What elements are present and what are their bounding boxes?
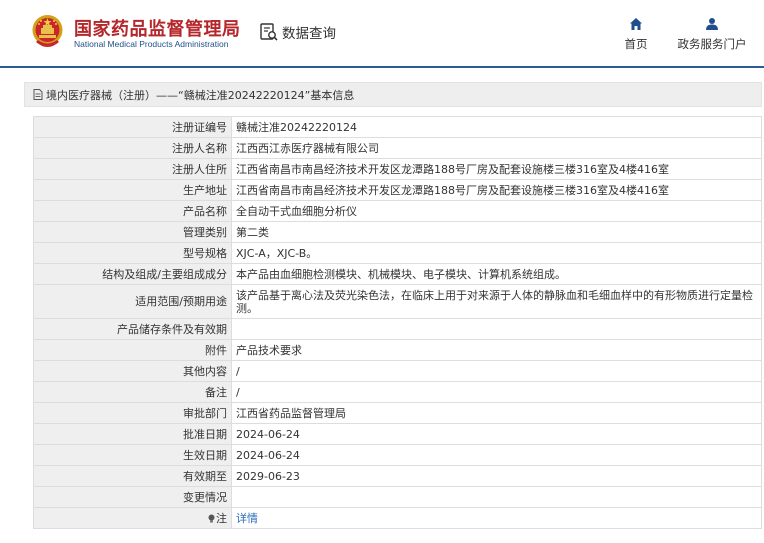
details-link[interactable]: 详情 — [236, 512, 258, 525]
field-label: 注册人住所 — [33, 158, 232, 180]
field-value: 本产品由血细胞检测模块、机械模块、电子模块、计算机系统组成。 — [231, 263, 762, 285]
field-label: 结构及组成/主要组成成分 — [33, 263, 232, 285]
table-row: 有效期至 2029-06-23 — [33, 465, 762, 487]
table-row: 注册证编号 赣械注准20242220124 — [33, 116, 762, 138]
data-query-link[interactable]: 数据查询 — [259, 21, 336, 43]
lightbulb-icon — [208, 514, 215, 522]
data-query-icon — [260, 23, 278, 41]
field-value: / — [231, 360, 762, 382]
field-label: 批准日期 — [33, 423, 232, 445]
field-label: 注册人名称 — [33, 137, 232, 159]
field-value: 产品技术要求 — [231, 339, 762, 361]
field-label: 产品储存条件及有效期 — [33, 318, 232, 340]
field-value: / — [231, 381, 762, 403]
field-value: 江西省南昌市南昌经济技术开发区龙潭路188号厂房及配套设施楼三楼316室及4楼4… — [231, 179, 762, 201]
field-value: 该产品基于离心法及荧光染色法，在临床上用于对来源于人体的静脉血和毛细血样中的有形… — [231, 284, 762, 319]
table-row: 注 详情 — [33, 507, 762, 529]
table-row: 适用范围/预期用途 该产品基于离心法及荧光染色法，在临床上用于对来源于人体的静脉血… — [33, 284, 762, 319]
table-row: 审批部门 江西省药品监督管理局 — [33, 402, 762, 424]
table-row: 管理类别 第二类 — [33, 221, 762, 243]
field-label: 变更情况 — [33, 486, 232, 508]
section-title: 境内医疗器械（注册）——“赣械注准20242220124”基本信息 — [46, 88, 355, 102]
field-label: 型号规格 — [33, 242, 232, 264]
field-value — [231, 318, 762, 340]
home-icon — [630, 18, 642, 30]
field-value: 赣械注准20242220124 — [231, 116, 762, 138]
field-value: 江西省药品监督管理局 — [231, 402, 762, 424]
table-row: 注册人住所 江西省南昌市南昌经济技术开发区龙潭路188号厂房及配套设施楼三楼316… — [33, 158, 762, 180]
field-label: 审批部门 — [33, 402, 232, 424]
data-query-label: 数据查询 — [282, 26, 336, 42]
user-icon — [706, 18, 718, 30]
field-label: 适用范围/预期用途 — [33, 284, 232, 319]
national-emblem-icon — [32, 15, 63, 47]
field-value: 2024-06-24 — [231, 423, 762, 445]
note-label-cell: 注 — [33, 507, 232, 529]
table-row: 变更情况 — [33, 486, 762, 508]
table-row: 其他内容 / — [33, 360, 762, 382]
table-row: 生效日期 2024-06-24 — [33, 444, 762, 466]
table-row: 生产地址 江西省南昌市南昌经济技术开发区龙潭路188号厂房及配套设施楼三楼316室… — [33, 179, 762, 201]
registration-info-table: 注册证编号 赣械注准20242220124 注册人名称 江西西江赤医疗器械有限公司 … — [33, 116, 762, 529]
field-label: 有效期至 — [33, 465, 232, 487]
nav-portal-label: 政务服务门户 — [677, 37, 747, 51]
table-row: 产品名称 全自动干式血细胞分析仪 — [33, 200, 762, 222]
field-label: 生产地址 — [33, 179, 232, 201]
document-icon — [33, 89, 43, 100]
field-label: 其他内容 — [33, 360, 232, 382]
field-label: 管理类别 — [33, 221, 232, 243]
field-label: 注册证编号 — [33, 116, 232, 138]
table-row: 批准日期 2024-06-24 — [33, 423, 762, 445]
section-header: 境内医疗器械（注册）——“赣械注准20242220124”基本信息 — [24, 82, 762, 107]
table-row: 产品储存条件及有效期 — [33, 318, 762, 340]
field-value: 2029-06-23 — [231, 465, 762, 487]
table-row: 备注 / — [33, 381, 762, 403]
field-value: 第二类 — [231, 221, 762, 243]
table-row: 注册人名称 江西西江赤医疗器械有限公司 — [33, 137, 762, 159]
brand-subtitle: National Medical Products Administration — [74, 39, 229, 49]
field-value: 江西省南昌市南昌经济技术开发区龙潭路188号厂房及配套设施楼三楼316室及4楼4… — [231, 158, 762, 180]
field-value: 全自动干式血细胞分析仪 — [231, 200, 762, 222]
nav-home[interactable]: 首页 — [620, 17, 652, 52]
brand-title: 国家药品监督管理局 — [74, 19, 241, 40]
nav-home-label: 首页 — [624, 37, 648, 51]
field-value — [231, 486, 762, 508]
note-value-cell: 详情 — [231, 507, 762, 529]
note-label: 注 — [216, 511, 227, 525]
table-row: 附件 产品技术要求 — [33, 339, 762, 361]
field-label: 产品名称 — [33, 200, 232, 222]
site-header: 国家药品监督管理局 National Medical Products Admi… — [0, 0, 764, 66]
field-label: 附件 — [33, 339, 232, 361]
field-value: 2024-06-24 — [231, 444, 762, 466]
field-label: 生效日期 — [33, 444, 232, 466]
field-value: XJC-A，XJC-B。 — [231, 242, 762, 264]
nav-service-portal[interactable]: 政务服务门户 — [672, 17, 752, 52]
field-value: 江西西江赤医疗器械有限公司 — [231, 137, 762, 159]
table-row: 结构及组成/主要组成成分 本产品由血细胞检测模块、机械模块、电子模块、计算机系统组… — [33, 263, 762, 285]
table-row: 型号规格 XJC-A，XJC-B。 — [33, 242, 762, 264]
header-divider — [0, 66, 764, 68]
field-label: 备注 — [33, 381, 232, 403]
